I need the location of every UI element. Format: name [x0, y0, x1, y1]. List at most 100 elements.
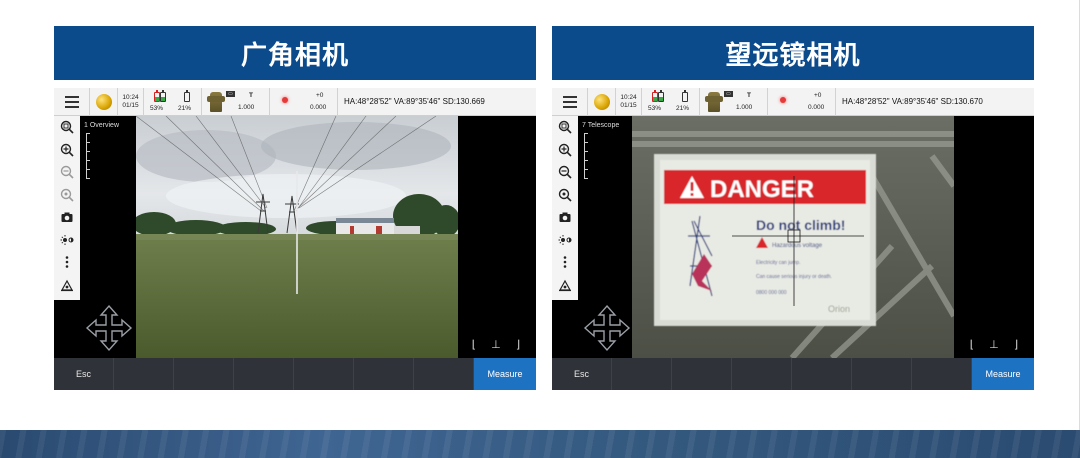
clock: 10:24 01/15: [616, 87, 642, 116]
sign-logo: Orion: [828, 304, 850, 314]
zoom-reset-icon[interactable]: [552, 184, 578, 207]
camera-icon[interactable]: [54, 206, 80, 229]
battery-icon: [658, 89, 664, 102]
more-icon[interactable]: [552, 251, 578, 274]
decorative-footer-band: [0, 430, 1080, 458]
sign-line-2: Hazardous voltage: [772, 243, 823, 249]
menu-icon[interactable]: [54, 87, 90, 116]
softkey-empty[interactable]: [612, 358, 672, 390]
sign-warning-text: DANGER: [710, 176, 814, 203]
panel-title: 望远镜相机: [552, 26, 1034, 80]
softkey-empty[interactable]: [792, 358, 852, 390]
measure-button[interactable]: Measure: [474, 358, 536, 390]
nav-pad-icon[interactable]: [84, 303, 134, 353]
clock-time: 10:24: [122, 93, 139, 101]
prism-constant-label: +0: [814, 91, 822, 99]
prism-icon: [207, 91, 225, 112]
prism-constant-label: +0: [316, 91, 324, 99]
laser-icon: [282, 96, 288, 103]
camera-view-telescope[interactable]: DANGER Do not climb! Hazardous voltage E…: [632, 116, 954, 358]
display-mode-icons[interactable]: ⌊ ⊥ ⌋: [970, 338, 1024, 351]
level-icon[interactable]: [54, 274, 80, 297]
zoom-out-icon[interactable]: [552, 161, 578, 184]
softkey-empty[interactable]: [672, 358, 732, 390]
prism-icon: [705, 91, 723, 112]
esc-button[interactable]: Esc: [552, 358, 612, 390]
prism-constant-value: 0.000: [310, 103, 327, 111]
wide-angle-camera-panel: 广角相机 10:24 01/15 53% 21% ▭ T 1.000 +0 0.…: [54, 26, 536, 390]
camera-icon[interactable]: [552, 206, 578, 229]
sign-line-1: Do not climb!: [756, 217, 845, 233]
view-label: 1 Overview: [84, 122, 120, 129]
zoom-out-icon[interactable]: [54, 161, 80, 184]
esc-button[interactable]: Esc: [54, 358, 114, 390]
camera-view-overview[interactable]: [136, 116, 458, 358]
menu-icon[interactable]: [552, 87, 588, 116]
battery-icon: [682, 89, 688, 102]
zoom-scale: [584, 133, 590, 179]
softkey-empty[interactable]: [114, 358, 174, 390]
prism-tag: ▭: [226, 90, 235, 97]
softkey-empty[interactable]: [234, 358, 294, 390]
target-height: 1.000: [238, 103, 255, 111]
zoom-reset-icon[interactable]: [54, 184, 80, 207]
status-bar: 10:24 01/15 53% 21% ▭ T 1.000 +0 0.000 H…: [54, 87, 536, 116]
battery-status[interactable]: 53% 21%: [642, 87, 700, 116]
laser-icon: [780, 96, 786, 103]
brightness-icon[interactable]: [54, 229, 80, 252]
target-height: 1.000: [736, 103, 753, 111]
prism-tag: ▭: [724, 90, 733, 97]
brightness-icon[interactable]: [552, 229, 578, 252]
angle-readout: HA:48°28'52" VA:89°35'46" SD:130.670: [842, 97, 983, 106]
device-screen: 10:24 01/15 53% 21% ▭ T 1.000 +0 0.000 H…: [54, 87, 536, 390]
softkey-empty[interactable]: [174, 358, 234, 390]
zoom-fit-icon[interactable]: [54, 116, 80, 139]
sign-line-5: 0800 000 000: [756, 290, 787, 296]
measure-button[interactable]: Measure: [972, 358, 1034, 390]
globe-icon[interactable]: [588, 87, 616, 116]
clock-date: 01/15: [122, 101, 139, 109]
laser-status[interactable]: +0 0.000: [270, 87, 338, 116]
softkey-empty[interactable]: [732, 358, 792, 390]
battery-percent-1: 53%: [150, 104, 164, 112]
zoom-in-icon[interactable]: [54, 139, 80, 162]
battery-icon: [160, 89, 166, 102]
softkey-bar: Esc Measure: [54, 358, 536, 390]
target-status[interactable]: ▭ T 1.000: [202, 87, 270, 116]
target-label: T: [249, 91, 253, 99]
softkey-empty[interactable]: [414, 358, 474, 390]
zoom-in-icon[interactable]: [552, 139, 578, 162]
prism-constant-value: 0.000: [808, 103, 825, 111]
softkey-empty[interactable]: [354, 358, 414, 390]
more-icon[interactable]: [54, 251, 80, 274]
clock-date: 01/15: [620, 101, 637, 109]
target-status[interactable]: ▭ T 1.000: [700, 87, 768, 116]
target-label: T: [747, 91, 751, 99]
softkey-empty[interactable]: [912, 358, 972, 390]
laser-status[interactable]: +0 0.000: [768, 87, 836, 116]
panel-title: 广角相机: [54, 26, 536, 80]
level-icon[interactable]: [552, 274, 578, 297]
nav-pad-icon[interactable]: [582, 303, 632, 353]
battery-percent-2: 21%: [178, 104, 192, 112]
zoom-fit-icon[interactable]: [552, 116, 578, 139]
angle-readout: HA:48°28'52" VA:89°35'46" SD:130.669: [344, 97, 485, 106]
clock-time: 10:24: [620, 93, 637, 101]
clock: 10:24 01/15: [118, 87, 144, 116]
battery-percent-2: 21%: [676, 104, 690, 112]
device-screen: 10:24 01/15 53% 21% ▭ T 1.000 +0 0.000 H…: [552, 87, 1034, 390]
telescope-camera-panel: 望远镜相机 10:24 01/15 53% 21% ▭ T 1.000 +0 0…: [552, 26, 1034, 390]
globe-icon[interactable]: [90, 87, 118, 116]
display-mode-icons[interactable]: ⌊ ⊥ ⌋: [472, 338, 526, 351]
softkey-empty[interactable]: [852, 358, 912, 390]
softkey-bar: Esc Measure: [552, 358, 1034, 390]
camera-toolbar: [54, 116, 80, 300]
view-label: 7 Telescope: [582, 122, 620, 129]
status-bar: 10:24 01/15 53% 21% ▭ T 1.000 +0 0.000 H…: [552, 87, 1034, 116]
battery-icon: [184, 89, 190, 102]
battery-status[interactable]: 53% 21%: [144, 87, 202, 116]
softkey-empty[interactable]: [294, 358, 354, 390]
battery-percent-1: 53%: [648, 104, 662, 112]
zoom-scale: [86, 133, 92, 179]
camera-toolbar: [552, 116, 578, 300]
